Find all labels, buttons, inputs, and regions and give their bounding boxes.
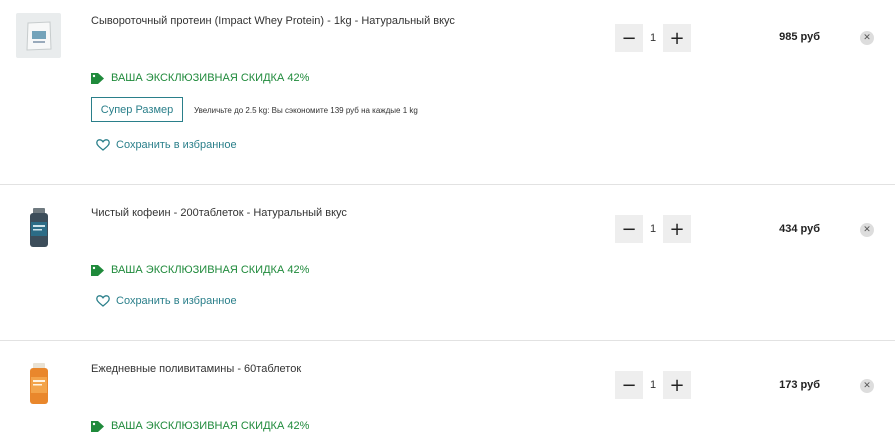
increase-quantity-button[interactable]: + xyxy=(663,371,691,399)
product-image-whey[interactable] xyxy=(16,13,61,58)
tag-icon xyxy=(91,264,104,276)
increase-quantity-button[interactable]: + xyxy=(663,215,691,243)
decrease-quantity-button[interactable]: − xyxy=(615,371,643,399)
quantity-stepper: − 1 + xyxy=(615,371,691,399)
save-to-favorites-label: Сохранить в избранное xyxy=(116,295,237,307)
tag-icon xyxy=(91,420,104,432)
product-image-multivitamin[interactable] xyxy=(16,361,61,406)
multivitamin-bottle-icon xyxy=(29,362,48,404)
heart-icon xyxy=(96,295,110,307)
cart-item: Сывороточный протеин (Impact Whey Protei… xyxy=(0,0,895,184)
protein-bag-icon xyxy=(25,20,52,51)
quantity-value[interactable]: 1 xyxy=(643,223,663,235)
discount-badge: ВАША ЭКСКЛЮЗИВНАЯ СКИДКА 42% xyxy=(91,264,309,276)
discount-text: ВАША ЭКСКЛЮЗИВНАЯ СКИДКА 42% xyxy=(111,264,310,276)
save-to-favorites-link[interactable]: Сохранить в избранное xyxy=(96,295,237,307)
close-icon: ✕ xyxy=(863,33,871,43)
decrease-quantity-button[interactable]: − xyxy=(615,24,643,52)
save-to-favorites-label: Сохранить в избранное xyxy=(116,139,237,151)
decrease-quantity-button[interactable]: − xyxy=(615,215,643,243)
super-size-button[interactable]: Супер Размер xyxy=(91,97,183,122)
item-price: 985 руб xyxy=(779,31,820,43)
save-to-favorites-link[interactable]: Сохранить в избранное xyxy=(96,139,237,151)
increase-quantity-button[interactable]: + xyxy=(663,24,691,52)
product-title[interactable]: Ежедневные поливитамины - 60таблеток xyxy=(91,363,301,375)
discount-badge: ВАША ЭКСКЛЮЗИВНАЯ СКИДКА 42% xyxy=(91,72,309,84)
item-price: 173 руб xyxy=(779,379,820,391)
product-title[interactable]: Сывороточный протеин (Impact Whey Protei… xyxy=(91,15,455,27)
close-icon: ✕ xyxy=(863,381,871,391)
discount-badge: ВАША ЭКСКЛЮЗИВНАЯ СКИДКА 42% xyxy=(91,420,309,432)
upsell-text: Увеличьте до 2.5 kg: Вы сэкономите 139 р… xyxy=(194,106,418,115)
heart-icon xyxy=(96,139,110,151)
quantity-stepper: − 1 + xyxy=(615,215,691,243)
discount-text: ВАША ЭКСКЛЮЗИВНАЯ СКИДКА 42% xyxy=(111,72,310,84)
remove-item-button[interactable]: ✕ xyxy=(860,379,874,393)
cart-item: Ежедневные поливитамины - 60таблеток − 1… xyxy=(0,341,895,437)
quantity-stepper: − 1 + xyxy=(615,24,691,52)
tag-icon xyxy=(91,72,104,84)
discount-text: ВАША ЭКСКЛЮЗИВНАЯ СКИДКА 42% xyxy=(111,420,310,432)
caffeine-bottle-icon xyxy=(29,207,48,247)
quantity-value[interactable]: 1 xyxy=(643,379,663,391)
close-icon: ✕ xyxy=(863,225,871,235)
product-title[interactable]: Чистый кофеин - 200таблеток - Натуральны… xyxy=(91,207,347,219)
cart-item: Чистый кофеин - 200таблеток - Натуральны… xyxy=(0,185,895,340)
remove-item-button[interactable]: ✕ xyxy=(860,223,874,237)
product-image-caffeine[interactable] xyxy=(16,205,61,250)
remove-item-button[interactable]: ✕ xyxy=(860,31,874,45)
item-price: 434 руб xyxy=(779,223,820,235)
quantity-value[interactable]: 1 xyxy=(643,32,663,44)
